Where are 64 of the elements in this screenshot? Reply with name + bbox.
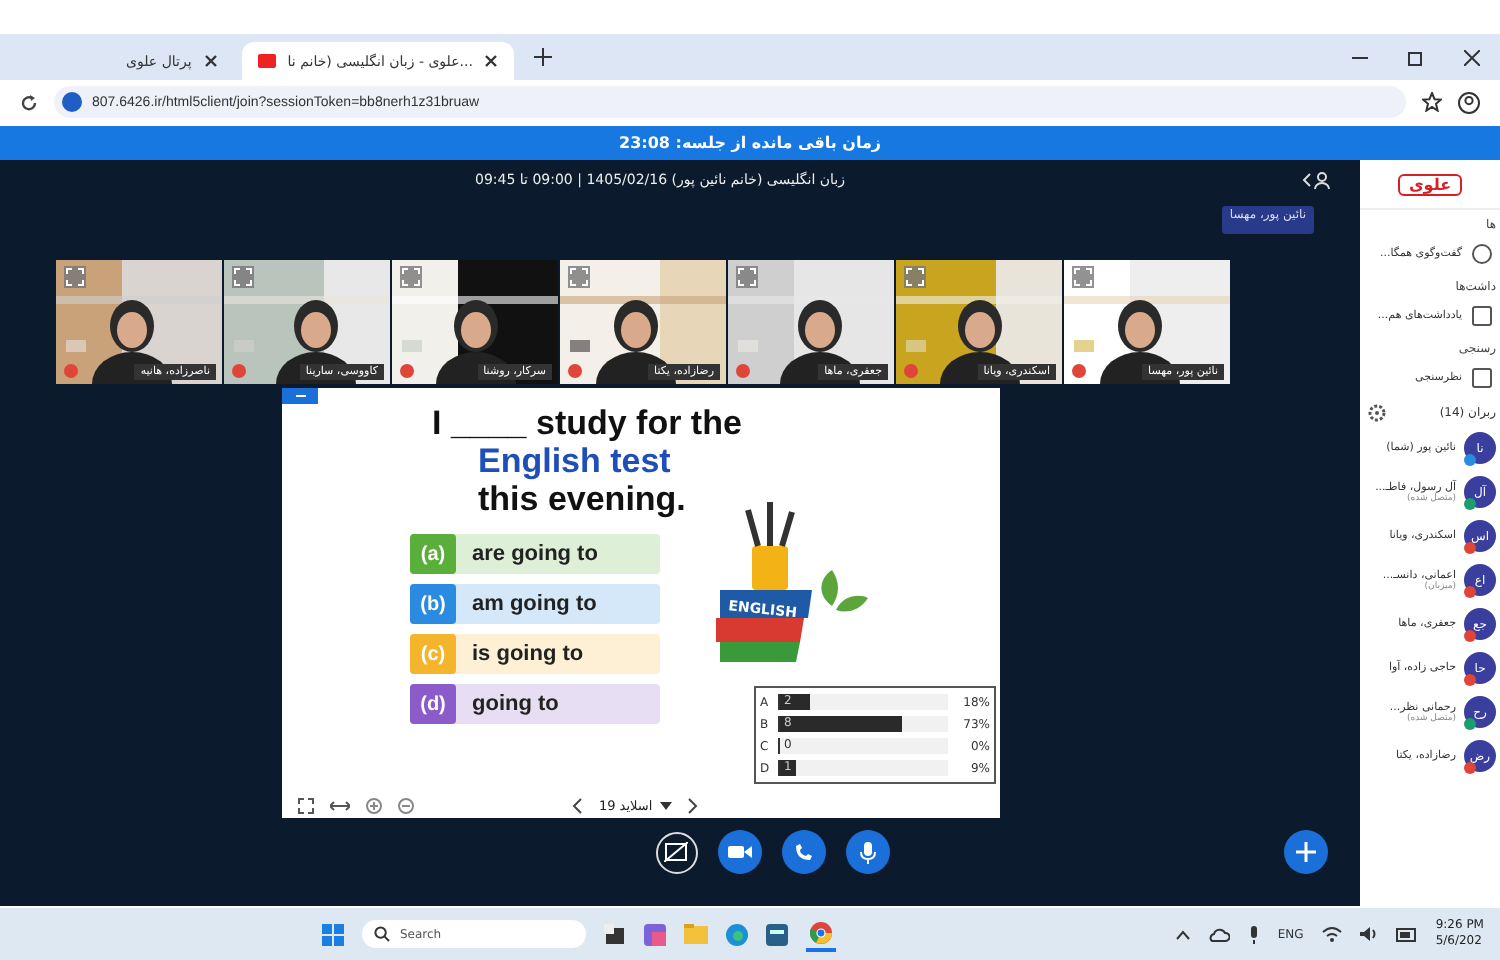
close-icon[interactable] bbox=[484, 54, 499, 68]
expand-icon[interactable] bbox=[400, 266, 422, 288]
browser-icon[interactable] bbox=[725, 923, 748, 945]
answer-option: (d) going to bbox=[410, 684, 660, 724]
screen-share-button[interactable] bbox=[655, 831, 697, 873]
answer-option: (c) is going to bbox=[410, 634, 660, 674]
expand-icon[interactable] bbox=[736, 266, 758, 288]
question-text: I ____ study for the bbox=[432, 404, 744, 442]
new-tab-icon[interactable] bbox=[534, 48, 553, 66]
logo: علوی bbox=[1398, 173, 1462, 195]
cloud-icon[interactable] bbox=[1207, 927, 1230, 941]
minus-icon bbox=[295, 394, 305, 398]
answer-option: (b) am going to bbox=[410, 584, 660, 624]
chevron-up-icon[interactable] bbox=[1175, 929, 1190, 939]
chrome-icon[interactable] bbox=[805, 917, 836, 951]
close-icon[interactable] bbox=[203, 54, 218, 68]
camera-button[interactable] bbox=[717, 830, 761, 874]
answer-option: (a) are going to bbox=[410, 534, 660, 574]
next-icon[interactable] bbox=[688, 797, 699, 813]
microphone-icon[interactable] bbox=[1247, 925, 1260, 943]
zoom-in-icon[interactable] bbox=[366, 797, 382, 813]
task-view-icon[interactable] bbox=[603, 923, 626, 945]
microphone-button[interactable] bbox=[845, 830, 889, 874]
user-icon[interactable] bbox=[1300, 170, 1332, 190]
site-icon bbox=[62, 92, 82, 112]
close-icon[interactable] bbox=[1464, 49, 1480, 65]
option-letter: (b) bbox=[410, 584, 456, 624]
restore-icon[interactable] bbox=[1408, 49, 1424, 65]
expand-icon[interactable] bbox=[64, 266, 86, 288]
screen-share-off-icon bbox=[664, 842, 688, 862]
settings-icon[interactable] bbox=[1368, 404, 1386, 422]
caret-icon bbox=[660, 801, 673, 809]
minimize-button[interactable] bbox=[282, 388, 318, 404]
app-icon[interactable] bbox=[765, 923, 788, 945]
start-icon[interactable] bbox=[321, 923, 344, 945]
option-letter: (c) bbox=[410, 634, 456, 674]
option-letter: (d) bbox=[410, 684, 456, 724]
zoom-out-icon[interactable] bbox=[398, 797, 414, 813]
fit-width-icon[interactable] bbox=[330, 799, 350, 811]
app-icon[interactable] bbox=[643, 923, 666, 945]
expand-icon[interactable] bbox=[1072, 266, 1094, 288]
phone-icon bbox=[793, 842, 813, 862]
expand-icon[interactable] bbox=[568, 266, 590, 288]
option-letter: (a) bbox=[410, 534, 456, 574]
camera-icon bbox=[727, 844, 751, 860]
plus-icon bbox=[1296, 842, 1316, 862]
microphone-icon bbox=[859, 841, 875, 863]
add-button[interactable] bbox=[1284, 830, 1328, 874]
profile-icon[interactable] bbox=[1458, 91, 1480, 113]
tab-logo-icon bbox=[257, 54, 276, 68]
speaker-icon[interactable] bbox=[1359, 926, 1378, 942]
search-icon bbox=[373, 926, 390, 942]
battery-icon[interactable] bbox=[1395, 927, 1418, 941]
expand-icon[interactable] bbox=[232, 266, 254, 288]
question-text: this evening. bbox=[476, 480, 688, 518]
fullscreen-icon[interactable] bbox=[298, 797, 314, 813]
phone-button[interactable] bbox=[781, 830, 825, 874]
expand-icon[interactable] bbox=[904, 266, 926, 288]
reload-icon[interactable] bbox=[20, 93, 38, 111]
remaining-time: زمان باقی مانده از جلسه: 23:08 bbox=[619, 134, 881, 152]
previous-icon[interactable] bbox=[572, 797, 583, 813]
wifi-icon[interactable] bbox=[1321, 926, 1342, 942]
question-text: English test bbox=[476, 442, 673, 480]
star-icon[interactable] bbox=[1422, 92, 1442, 112]
